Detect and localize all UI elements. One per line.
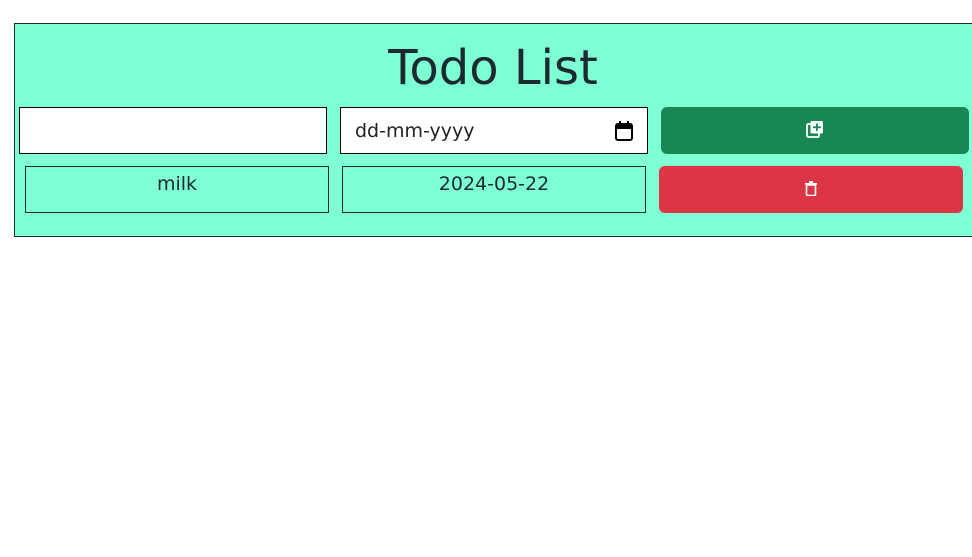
add-todo-button[interactable] bbox=[661, 107, 969, 154]
page-title: Todo List bbox=[388, 40, 598, 96]
add-copy-icon bbox=[806, 120, 824, 141]
todo-item-name: milk bbox=[25, 166, 329, 213]
todo-date-input[interactable]: dd-mm-yyyy bbox=[340, 107, 648, 154]
trash-icon bbox=[805, 180, 817, 199]
delete-todo-button[interactable] bbox=[659, 166, 963, 213]
date-placeholder: dd-mm-yyyy bbox=[355, 119, 475, 142]
todo-name-input[interactable] bbox=[19, 107, 327, 154]
calendar-icon[interactable] bbox=[615, 120, 633, 141]
todo-item-date: 2024-05-22 bbox=[342, 166, 646, 213]
